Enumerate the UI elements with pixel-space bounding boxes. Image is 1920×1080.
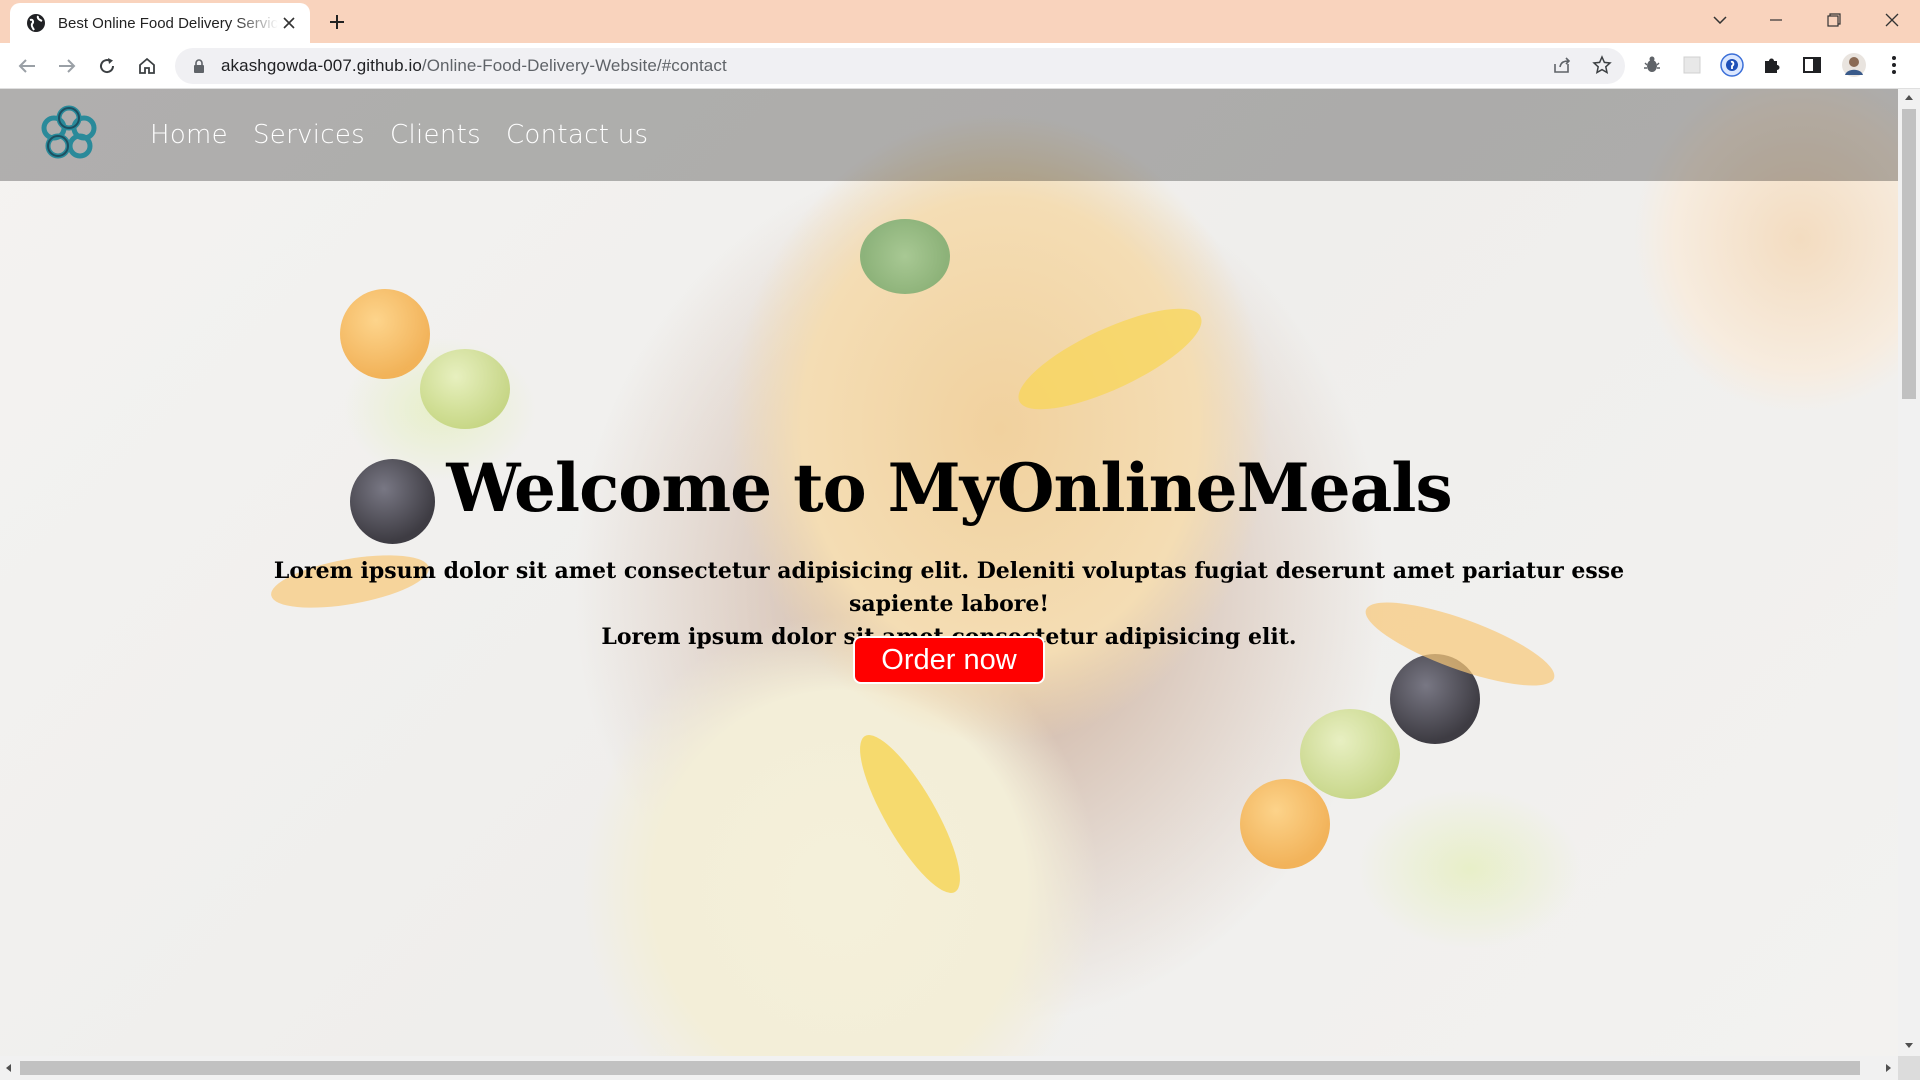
share-icon[interactable] xyxy=(1548,51,1576,79)
mint-leaf-decor xyxy=(860,219,950,294)
home-icon[interactable] xyxy=(132,51,162,81)
vertical-scrollbar-thumb[interactable] xyxy=(1902,109,1916,399)
new-tab-button[interactable] xyxy=(322,9,352,35)
url-path: /Online-Food-Delivery-Website/#contact xyxy=(421,56,727,75)
kebab-menu-icon[interactable] xyxy=(1880,51,1908,79)
browser-tab[interactable]: Best Online Food Delivery Service xyxy=(10,3,310,43)
forward-icon[interactable] xyxy=(52,51,82,81)
hero-title: Welcome to MyOnlineMeals xyxy=(446,449,1452,527)
close-tab-icon[interactable] xyxy=(278,12,300,34)
globe-favicon-icon xyxy=(27,14,45,32)
restore-icon[interactable] xyxy=(1814,4,1854,36)
minimize-icon[interactable] xyxy=(1756,4,1796,36)
back-icon[interactable] xyxy=(12,51,42,81)
bookmark-star-icon[interactable] xyxy=(1588,51,1616,79)
nav-link-services[interactable]: Services xyxy=(253,120,365,150)
site-logo[interactable] xyxy=(36,101,102,167)
scroll-down-arrow-icon[interactable] xyxy=(1905,1043,1913,1048)
reload-icon[interactable] xyxy=(92,51,122,81)
nav-link-clients[interactable]: Clients xyxy=(390,120,481,150)
nav-links: Home Services Clients Contact us xyxy=(150,89,648,181)
puzzle-extensions-icon[interactable] xyxy=(1758,51,1786,79)
browser-toolbar: akashgowda-007.github.io/Online-Food-Del… xyxy=(0,43,1920,89)
orange-fruit-decor xyxy=(1240,779,1330,869)
scroll-left-arrow-icon[interactable] xyxy=(6,1064,11,1072)
tab-title: Best Online Food Delivery Service xyxy=(58,14,278,32)
site-navbar: Home Services Clients Contact us xyxy=(0,89,1898,181)
horizontal-scrollbar[interactable] xyxy=(0,1056,1898,1080)
address-bar[interactable]: akashgowda-007.github.io/Online-Food-Del… xyxy=(175,48,1625,84)
scroll-up-arrow-icon[interactable] xyxy=(1905,95,1913,100)
yellow-pepper-decor xyxy=(1006,289,1214,429)
hero-description-line-1: Lorem ipsum dolor sit amet consectetur a… xyxy=(273,558,1625,617)
tab-search-icon[interactable] xyxy=(1700,4,1740,36)
vertical-scrollbar[interactable] xyxy=(1898,89,1920,1056)
profile-avatar-icon[interactable] xyxy=(1840,51,1868,79)
password-manager-extension-icon[interactable] xyxy=(1718,51,1746,79)
url-text: akashgowda-007.github.io/Online-Food-Del… xyxy=(221,56,727,76)
scrollbar-corner xyxy=(1898,1056,1920,1080)
close-window-icon[interactable] xyxy=(1872,4,1912,36)
nav-link-home[interactable]: Home xyxy=(150,120,228,150)
bug-extension-icon[interactable] xyxy=(1638,51,1666,79)
order-now-button[interactable]: Order now xyxy=(853,636,1045,684)
side-panel-icon[interactable] xyxy=(1798,51,1826,79)
horizontal-scrollbar-thumb[interactable] xyxy=(20,1061,1860,1075)
yellow-pepper-decor xyxy=(843,723,977,905)
scroll-right-arrow-icon[interactable] xyxy=(1886,1064,1891,1072)
lock-icon xyxy=(194,58,204,73)
grape-decor xyxy=(420,349,510,429)
extension-placeholder-icon[interactable] xyxy=(1678,51,1706,79)
orange-fruit-decor xyxy=(340,289,430,379)
page-viewport: Home Services Clients Contact us Welcome… xyxy=(0,89,1898,1056)
grape-decor xyxy=(1300,709,1400,799)
nav-link-contact[interactable]: Contact us xyxy=(506,120,648,150)
url-host: akashgowda-007.github.io xyxy=(221,56,422,75)
browser-tab-strip: Best Online Food Delivery Service xyxy=(0,0,1920,43)
